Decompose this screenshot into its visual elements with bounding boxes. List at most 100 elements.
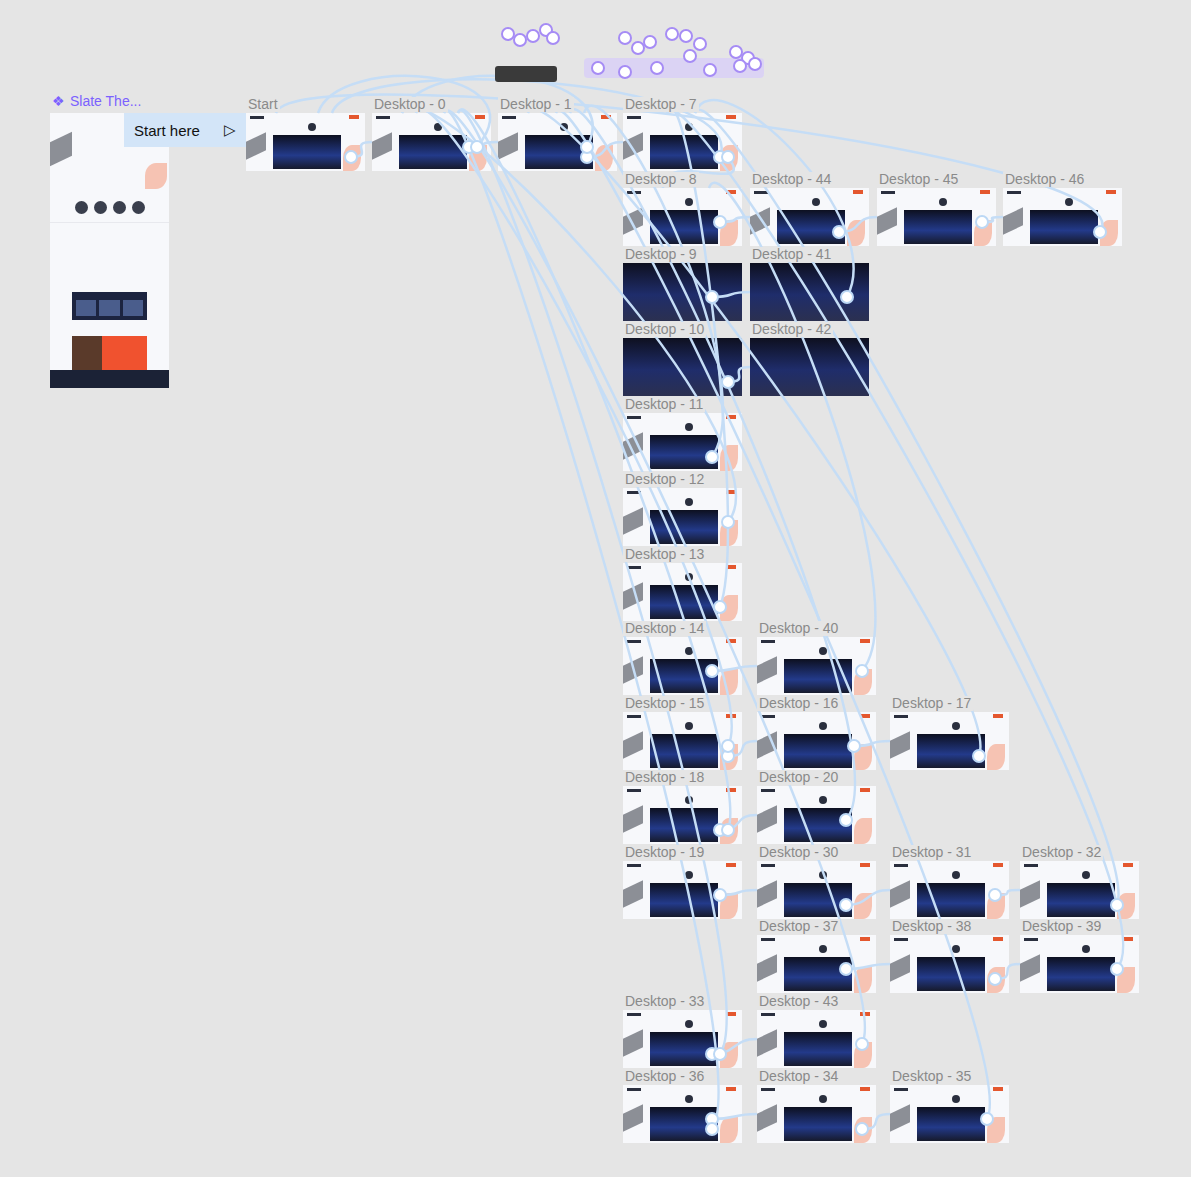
connection-line[interactable] (846, 964, 890, 969)
flow-start-button[interactable]: Start here▷ (124, 113, 246, 147)
frame-thumbnail[interactable] (890, 712, 1009, 770)
connection-line[interactable] (444, 110, 718, 1129)
connection-line[interactable] (720, 890, 757, 895)
connection-line[interactable] (846, 890, 890, 905)
selection-handle[interactable] (704, 64, 716, 76)
frame-label[interactable]: Desktop - 36 (623, 1069, 706, 1084)
frame-label[interactable]: Desktop - 35 (890, 1069, 973, 1084)
connection-line[interactable] (570, 109, 855, 820)
frame-label[interactable]: Desktop - 33 (623, 994, 706, 1009)
connection-line[interactable] (276, 95, 1102, 232)
frame-thumbnail[interactable] (498, 113, 617, 171)
connection-line[interactable] (720, 815, 757, 830)
connection-line[interactable] (351, 142, 372, 157)
hotspot-dot[interactable] (1094, 226, 1106, 238)
prototype-canvas[interactable]: ❖Slate The...StartDesktop - 0Desktop - 1… (0, 0, 1191, 1177)
hotspot-dot[interactable] (833, 226, 845, 238)
frame-label[interactable]: Desktop - 12 (623, 472, 706, 487)
connection-line[interactable] (712, 1039, 757, 1054)
frame-label[interactable]: Desktop - 43 (757, 994, 840, 1009)
frame-thumbnail[interactable] (750, 338, 869, 396)
connection-line[interactable] (444, 110, 865, 1044)
hotspot-dot[interactable] (989, 889, 1001, 901)
hotspot-dot[interactable] (840, 963, 852, 975)
frame-thumbnail[interactable] (890, 935, 1009, 993)
frame-label[interactable]: Desktop - 32 (1020, 845, 1103, 860)
hotspot-dot[interactable] (706, 1048, 718, 1060)
hotspot-dot[interactable] (706, 1113, 718, 1125)
frame-thumbnail[interactable] (623, 113, 742, 171)
connection-line[interactable] (695, 110, 1118, 905)
frame-thumbnail[interactable] (890, 1085, 1009, 1143)
frame-label[interactable]: Desktop - 0 (372, 97, 448, 112)
frame-thumbnail[interactable] (246, 113, 365, 171)
frame-label[interactable]: Desktop - 18 (623, 770, 706, 785)
selection-handle[interactable] (684, 50, 696, 62)
hotspot-dot[interactable] (856, 1038, 868, 1050)
frame-thumbnail[interactable] (623, 563, 742, 621)
hotspot-dot[interactable] (714, 216, 726, 228)
connection-line[interactable] (458, 109, 730, 830)
frame-label[interactable]: Desktop - 19 (623, 845, 706, 860)
selection-handle[interactable] (742, 52, 754, 64)
frame-thumbnail[interactable] (757, 786, 876, 844)
selection-handle[interactable] (619, 32, 631, 44)
frame-thumbnail[interactable] (623, 413, 742, 471)
selection-handle[interactable] (514, 34, 526, 46)
selection-handle[interactable] (540, 24, 552, 36)
hotspot-dot[interactable] (581, 141, 593, 153)
connection-line[interactable] (469, 142, 498, 147)
connection-line[interactable] (587, 142, 623, 157)
selection-handle[interactable] (632, 42, 644, 54)
hotspot-dot[interactable] (722, 376, 734, 388)
connection-line[interactable] (712, 1114, 757, 1119)
frame-label[interactable]: Desktop - 40 (757, 621, 840, 636)
connection-line[interactable] (712, 292, 750, 297)
hotspot-dot[interactable] (976, 216, 988, 228)
frame-label[interactable]: Desktop - 34 (757, 1069, 840, 1084)
selection-handle[interactable] (651, 62, 663, 74)
hotspot-dot[interactable] (973, 750, 985, 762)
hotspot-dot[interactable] (714, 601, 726, 613)
hotspot-dot[interactable] (1111, 963, 1123, 975)
frame-thumbnail[interactable] (623, 338, 742, 396)
selection-handle[interactable] (527, 30, 539, 42)
frame-label[interactable]: Desktop - 11 (623, 397, 705, 412)
frame-thumbnail[interactable] (890, 861, 1009, 919)
connection-line[interactable] (862, 1114, 890, 1129)
hotspot-dot[interactable] (714, 889, 726, 901)
frame-label[interactable]: Desktop - 9 (623, 247, 699, 262)
frame-label[interactable]: Desktop - 42 (750, 322, 833, 337)
frame-label[interactable]: Desktop - 41 (750, 247, 833, 262)
connection-line[interactable] (982, 217, 1003, 222)
frame-thumbnail[interactable] (623, 188, 742, 246)
selection-handle[interactable] (734, 60, 746, 72)
hotspot-dot[interactable] (581, 151, 593, 163)
connection-line[interactable] (709, 183, 875, 671)
selection-handle[interactable] (666, 28, 678, 40)
hotspot-dot[interactable] (840, 899, 852, 911)
hotspot-dot[interactable] (714, 824, 726, 836)
hotspot-dot[interactable] (714, 151, 726, 163)
hotspot-dot[interactable] (722, 750, 734, 762)
connection-line[interactable] (995, 890, 1020, 895)
connection-line[interactable] (728, 367, 750, 382)
frame-thumbnail[interactable] (1020, 935, 1139, 993)
connection-line[interactable] (416, 109, 732, 746)
connection-line[interactable] (839, 217, 877, 232)
frame-label[interactable]: Desktop - 45 (877, 172, 960, 187)
hotspot-dot[interactable] (1111, 899, 1123, 911)
frame-label[interactable]: Desktop - 44 (750, 172, 833, 187)
hotspot-dot[interactable] (706, 1123, 718, 1135)
hotspot-dot[interactable] (981, 1113, 993, 1125)
frame-label[interactable]: Desktop - 7 (623, 97, 699, 112)
connection-line[interactable] (318, 76, 490, 147)
connection-line[interactable] (556, 110, 990, 1119)
hotspot-dot[interactable] (722, 151, 734, 163)
frame-label[interactable]: Desktop - 20 (757, 770, 840, 785)
frame-thumbnail[interactable] (877, 188, 996, 246)
hotspot-dot[interactable] (463, 141, 475, 153)
frame-label[interactable]: Desktop - 31 (890, 845, 973, 860)
connection-line[interactable] (712, 666, 757, 671)
frame-label[interactable]: Start (246, 97, 280, 112)
